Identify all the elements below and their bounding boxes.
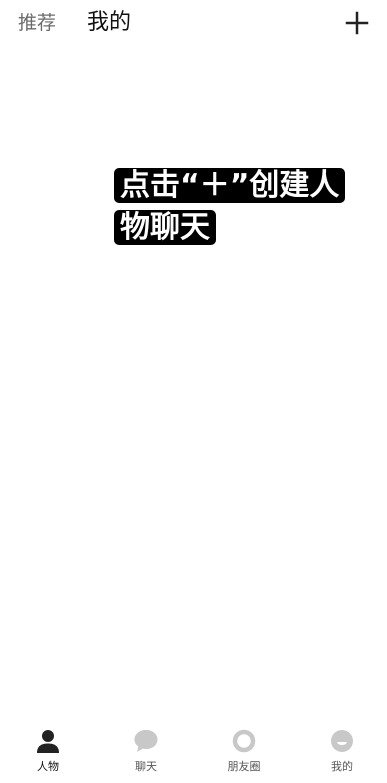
- nav-item-mine[interactable]: 我的: [302, 720, 382, 780]
- hint-text: 点击“＋”创建人物聊天: [114, 168, 346, 245]
- nav-label-people: 人物: [37, 760, 59, 773]
- nav-label-moments: 朋友圈: [227, 760, 261, 773]
- bottom-nav: 人物 聊天 朋友圈 我的: [0, 720, 387, 783]
- plus-icon: [345, 11, 369, 35]
- nav-item-moments[interactable]: 朋友圈: [204, 720, 284, 780]
- create-character-hint: 点击“＋”创建人物聊天: [114, 165, 364, 249]
- smiley-icon: [331, 730, 353, 752]
- top-bar: 推荐 我的: [0, 0, 387, 48]
- add-button[interactable]: [344, 10, 370, 36]
- ring-icon: [232, 729, 256, 753]
- nav-label-mine: 我的: [331, 760, 353, 773]
- tab-mine[interactable]: 我的: [87, 8, 131, 38]
- tab-recommend[interactable]: 推荐: [18, 8, 56, 38]
- person-icon: [37, 730, 59, 753]
- nav-item-people[interactable]: 人物: [8, 720, 88, 780]
- nav-label-chat: 聊天: [135, 760, 157, 773]
- nav-item-chat[interactable]: 聊天: [106, 720, 186, 780]
- chat-bubble-icon: [134, 730, 158, 752]
